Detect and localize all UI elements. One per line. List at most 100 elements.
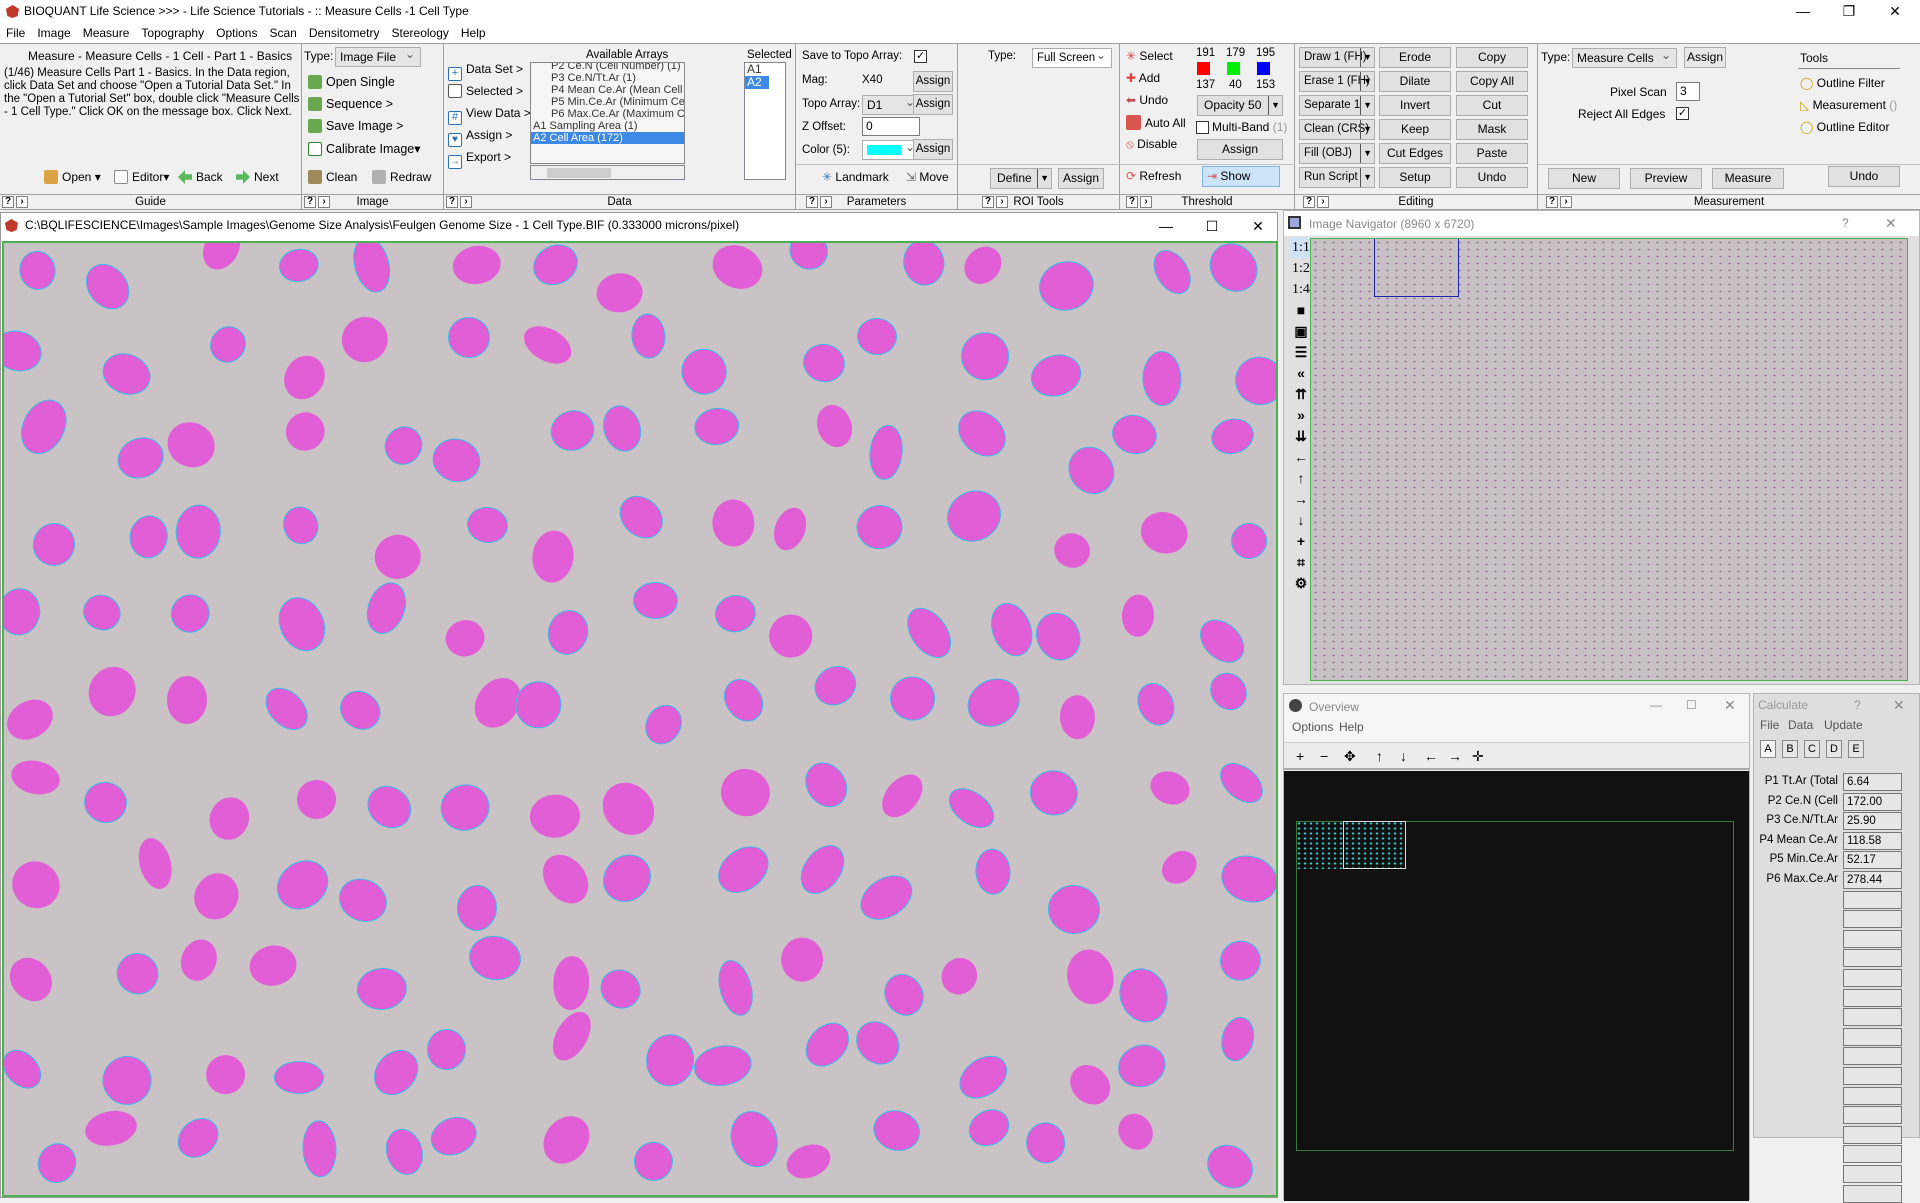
editing-mask-button[interactable]: Mask bbox=[1456, 119, 1528, 140]
editing-erode-button[interactable]: Erode bbox=[1379, 47, 1451, 68]
calculate-empty-cell[interactable] bbox=[1843, 1165, 1902, 1183]
settings-icon[interactable]: ⚙ bbox=[1290, 573, 1312, 594]
outline-editor-button[interactable]: ◯ Outline Editor bbox=[1800, 120, 1889, 134]
calculate-empty-cell[interactable] bbox=[1843, 949, 1902, 968]
z-offset-input[interactable]: 0 bbox=[862, 117, 920, 136]
navigator-thumbnail[interactable] bbox=[1310, 238, 1908, 681]
list-item-selected[interactable]: A2 Cell Area (172) bbox=[531, 132, 684, 144]
calculate-tab-d[interactable]: D bbox=[1826, 740, 1842, 758]
calculate-row-value[interactable]: 6.64 bbox=[1843, 773, 1902, 791]
overview-menu-options[interactable]: Options bbox=[1292, 720, 1333, 734]
help-icon[interactable]: ? bbox=[446, 196, 458, 208]
calculate-row-value[interactable]: 118.58 bbox=[1843, 831, 1902, 850]
calculate-row-value[interactable]: 278.44 bbox=[1843, 871, 1902, 889]
image-close-button[interactable]: ✕ bbox=[1235, 215, 1281, 238]
help-icon[interactable]: ? bbox=[304, 196, 316, 208]
help-icon[interactable]: ? bbox=[1303, 196, 1315, 208]
overlay-icon[interactable]: ▣ bbox=[1290, 321, 1312, 342]
menu-scan[interactable]: Scan bbox=[263, 23, 302, 40]
fit-icon[interactable]: ✥ bbox=[1344, 748, 1356, 765]
calculate-empty-cell[interactable] bbox=[1843, 988, 1902, 1007]
calculate-empty-cell[interactable] bbox=[1843, 1008, 1902, 1027]
help-icon[interactable]: ? bbox=[1546, 196, 1558, 208]
calculate-empty-cell[interactable] bbox=[1843, 1027, 1902, 1046]
back-button[interactable]: Back bbox=[178, 170, 223, 184]
calculate-empty-cell[interactable] bbox=[1843, 1106, 1902, 1125]
define-dropdown[interactable]: Define bbox=[990, 168, 1052, 189]
calculate-empty-cell[interactable] bbox=[1843, 1067, 1902, 1085]
editing-dropdown-1[interactable]: Erase 1 (FH) bbox=[1299, 71, 1375, 92]
next-button[interactable]: Next bbox=[236, 170, 279, 184]
editing-undo-button[interactable]: Undo bbox=[1456, 167, 1528, 188]
calculate-empty-cell[interactable] bbox=[1843, 890, 1902, 909]
calculate-tab-b[interactable]: B bbox=[1782, 740, 1798, 758]
multiband-checkbox[interactable] bbox=[1196, 121, 1209, 134]
editing-cut-edges-button[interactable]: Cut Edges bbox=[1379, 143, 1451, 164]
editing-copy-all-button[interactable]: Copy All bbox=[1456, 71, 1528, 92]
menu-file[interactable]: File bbox=[0, 23, 31, 40]
calculate-menu-file[interactable]: File bbox=[1760, 718, 1779, 732]
pan-right-icon[interactable]: → bbox=[1448, 748, 1462, 764]
disable-button[interactable]: ⦸ Disable bbox=[1126, 137, 1177, 152]
calculate-tab-a[interactable]: A bbox=[1760, 740, 1776, 758]
arrow-down-icon[interactable]: ↓ bbox=[1290, 510, 1312, 531]
pan-up-icon[interactable]: ↑ bbox=[1376, 748, 1383, 764]
zoom-1-4-button[interactable]: 1:4 bbox=[1290, 279, 1312, 300]
close-button[interactable]: ✕ bbox=[1872, 0, 1918, 23]
blue-channel-swatch[interactable] bbox=[1257, 62, 1270, 75]
threshold-assign-button[interactable]: Assign bbox=[1197, 139, 1283, 160]
list-item[interactable]: P6 Max.Ce.Ar (Maximum Cell Size) (1 bbox=[531, 108, 684, 120]
fit-window-icon[interactable]: ■ bbox=[1290, 300, 1312, 321]
calculate-help-button[interactable]: ? bbox=[1854, 698, 1861, 712]
zoom-out-icon[interactable]: − bbox=[1320, 748, 1328, 764]
selected-button[interactable]: Selected > bbox=[448, 84, 523, 98]
export-button[interactable]: → Export > bbox=[448, 150, 511, 169]
calculate-empty-cell[interactable] bbox=[1843, 1145, 1902, 1164]
menu-densitometry[interactable]: Densitometry bbox=[303, 23, 386, 40]
list-item[interactable]: P2 Ce.N (Cell Number) (1) bbox=[531, 63, 684, 72]
menu-options[interactable]: Options bbox=[210, 23, 263, 40]
arrow-up-icon[interactable]: ↑ bbox=[1290, 468, 1312, 489]
list-item[interactable]: P4 Mean Ce.Ar (Mean Cell Size) (1) bbox=[531, 84, 684, 96]
restore-button[interactable]: ❐ bbox=[1826, 0, 1872, 23]
calculate-empty-cell[interactable] bbox=[1843, 1047, 1902, 1066]
minimize-button[interactable]: — bbox=[1780, 0, 1826, 23]
overview-minimize-button[interactable]: — bbox=[1650, 698, 1662, 712]
available-arrays-hscrollbar[interactable] bbox=[530, 165, 685, 180]
selected-arrays-list[interactable]: A1 A2 bbox=[744, 62, 786, 180]
help-icon[interactable]: ? bbox=[1126, 196, 1138, 208]
editing-keep-button[interactable]: Keep bbox=[1379, 119, 1451, 140]
crop-icon[interactable]: ⌗ bbox=[1290, 552, 1312, 573]
editing-dropdown-3[interactable]: Clean (CRS) bbox=[1299, 119, 1375, 140]
list-item[interactable]: P3 Ce.N/Tt.Ar (1) bbox=[531, 72, 684, 84]
undo-threshold-button[interactable]: ⬅ Undo bbox=[1126, 93, 1168, 107]
pan-left-icon[interactable]: ← bbox=[1424, 748, 1438, 764]
refresh-button[interactable]: ⟳ Refresh bbox=[1126, 169, 1181, 183]
calculate-close-button[interactable]: ✕ bbox=[1893, 697, 1905, 714]
landmark-button[interactable]: ✳ Landmark bbox=[822, 170, 889, 184]
crosshair-icon[interactable]: + bbox=[1290, 531, 1312, 552]
measure-button[interactable]: Measure bbox=[1712, 168, 1784, 189]
calculate-row-value[interactable]: 52.17 bbox=[1843, 851, 1902, 870]
list-item[interactable]: P5 Min.Ce.Ar (Minimum Cell Size) (1) bbox=[531, 96, 684, 108]
redraw-button[interactable]: Redraw bbox=[372, 170, 431, 184]
double-down-icon[interactable]: ⇊ bbox=[1290, 426, 1312, 447]
image-canvas[interactable] bbox=[2, 241, 1278, 1197]
help-icon[interactable]: ? bbox=[2, 196, 14, 208]
auto-all-button[interactable]: Auto All bbox=[1126, 115, 1186, 130]
editing-dilate-button[interactable]: Dilate bbox=[1379, 71, 1451, 92]
calibrate-image-button[interactable]: Calibrate Image▾ bbox=[308, 141, 421, 156]
menu-measure[interactable]: Measure bbox=[77, 23, 136, 40]
scrollbar-thumb[interactable] bbox=[547, 168, 611, 178]
measurement-type-select[interactable]: Measure Cells bbox=[1572, 46, 1677, 68]
editor-button[interactable]: Editor▾ bbox=[114, 170, 169, 184]
navigator-help-button[interactable]: ? bbox=[1842, 216, 1849, 230]
expand-icon[interactable]: › bbox=[820, 196, 832, 208]
image-minimize-button[interactable]: — bbox=[1143, 215, 1189, 238]
list-item[interactable]: A1 Sampling Area (1) bbox=[531, 120, 684, 132]
pan-down-icon[interactable]: ↓ bbox=[1400, 748, 1407, 764]
outline-filter-button[interactable]: ◯ Outline Filter bbox=[1800, 76, 1885, 90]
editing-cut-button[interactable]: Cut bbox=[1456, 95, 1528, 116]
red-channel-swatch[interactable] bbox=[1197, 62, 1210, 75]
overview-maximize-button[interactable]: ☐ bbox=[1686, 698, 1697, 712]
